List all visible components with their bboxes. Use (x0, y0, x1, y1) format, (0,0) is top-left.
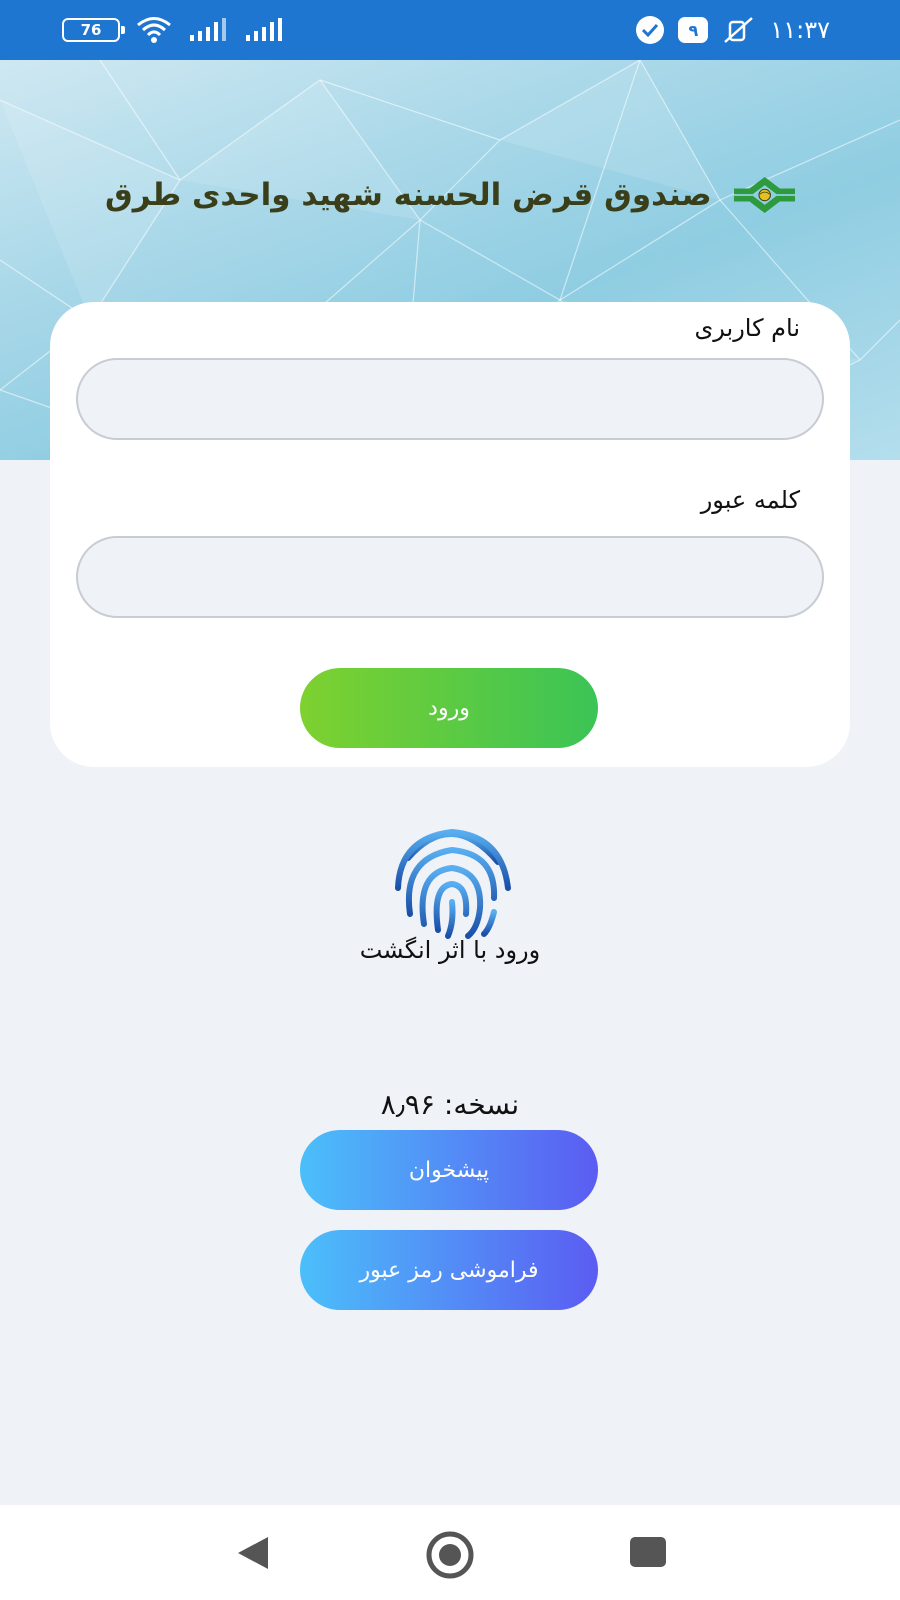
navigation-bar (0, 1505, 900, 1600)
status-bar: 76 ۹ ۱۱:۳۷ (0, 0, 900, 60)
login-card: نام کاربری کلمه عبور ورود (50, 302, 850, 767)
brand: صندوق قرض الحسنه شهید واحدی طرق (105, 120, 795, 270)
recent-apps-icon[interactable] (630, 1537, 666, 1567)
clock: ۱۱:۳۷ (770, 16, 830, 44)
forgot-password-button[interactable]: فراموشی رمز عبور (300, 1230, 598, 1310)
fingerprint-icon[interactable] (390, 818, 514, 942)
back-icon[interactable] (236, 1535, 270, 1571)
username-input[interactable] (76, 358, 824, 440)
signal-icon (246, 18, 282, 41)
battery-icon: 76 (62, 18, 125, 42)
username-label: نام کاربری (694, 314, 800, 342)
password-input[interactable] (76, 536, 824, 618)
battery-level: 76 (80, 21, 102, 39)
password-label: کلمه عبور (700, 486, 800, 514)
fingerprint-login-label[interactable]: ورود با اثر انگشت (0, 936, 900, 964)
version-number: ۸٫۹۶ (380, 1088, 435, 1121)
login-screen: 76 ۹ ۱۱:۳۷ صندوق قرض الحسنه شهید واحدی ط… (0, 0, 900, 1600)
version-label: نسخه: (443, 1088, 520, 1121)
check-circle-icon (636, 16, 665, 44)
status-bar-left: 76 (62, 14, 284, 46)
fund-logo-icon (733, 176, 795, 214)
wifi-icon (137, 17, 171, 43)
version-info: نسخه: ۸٫۹۶ (0, 1088, 900, 1121)
status-bar-right: ۹ ۱۱:۳۷ (636, 14, 830, 46)
brand-name: صندوق قرض الحسنه شهید واحدی طرق (105, 177, 712, 213)
counter-button[interactable]: پیشخوان (300, 1130, 598, 1210)
mute-icon (724, 17, 754, 43)
notification-badge: ۹ (678, 17, 709, 43)
home-icon[interactable] (425, 1530, 475, 1580)
signal-icon (190, 18, 226, 41)
login-button[interactable]: ورود (300, 668, 598, 748)
